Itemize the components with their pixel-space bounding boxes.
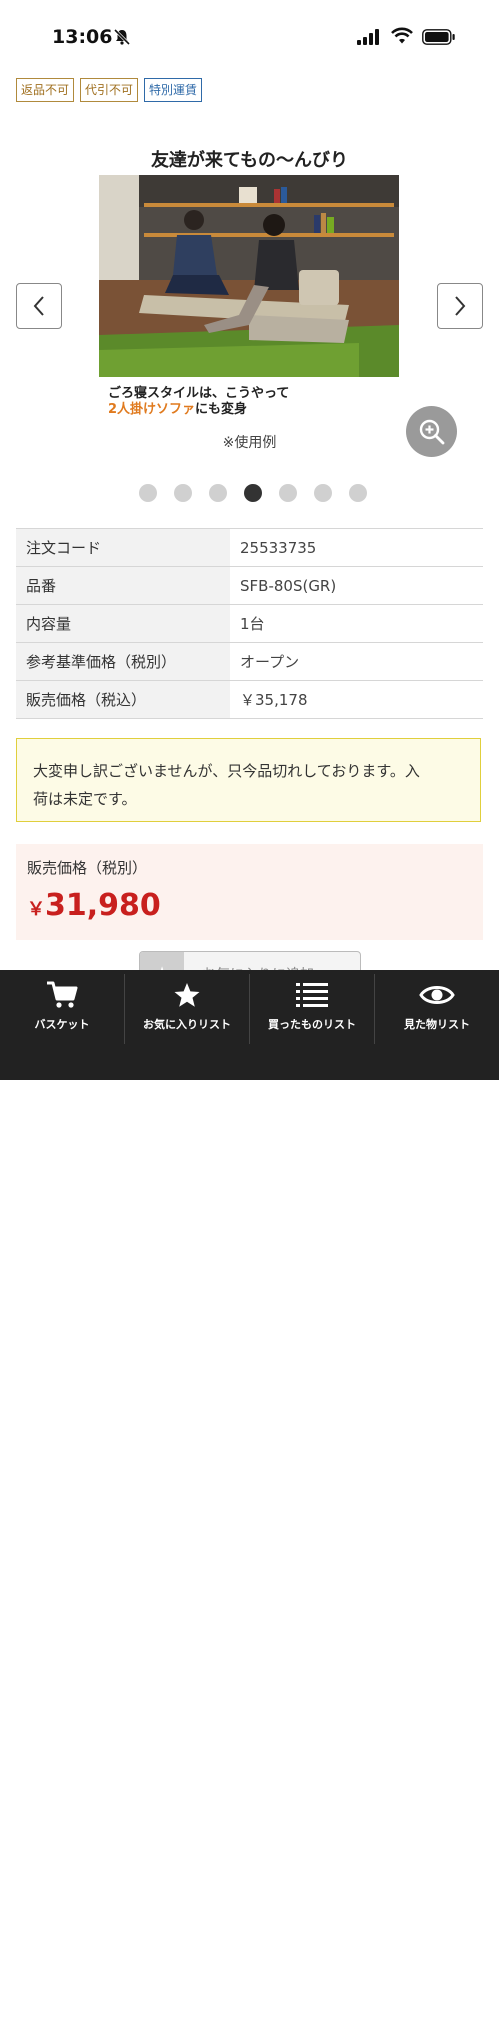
spec-value: SFB-80S(GR) <box>230 566 483 605</box>
caption-highlight: 2人掛けソファ <box>108 402 196 417</box>
gallery-next-button[interactable] <box>437 283 483 329</box>
spec-key: 参考基準価格（税別） <box>16 642 230 681</box>
table-row: 参考基準価格（税別） オープン <box>16 642 483 681</box>
battery-icon <box>422 29 455 45</box>
price-box: 販売価格（税別） ￥31,980 <box>16 844 483 940</box>
tab-label: バスケット <box>34 1018 90 1031</box>
product-gallery: 友達が来てもの〜んびり ごろ寝スタイルは、こうやって 2人掛けソファにも変身 ※… <box>0 140 499 470</box>
spec-value: ￥35,178 <box>230 680 483 719</box>
list-icon <box>296 983 328 1007</box>
tab-purchased[interactable]: 買ったものリスト <box>250 970 374 1048</box>
home-indicator[interactable] <box>159 2032 339 2038</box>
eye-icon <box>419 986 455 1004</box>
tag-no-return: 返品不可 <box>16 78 75 102</box>
status-time: 13:06 <box>52 26 113 48</box>
usage-example-note: ※使用例 <box>222 435 277 451</box>
wifi-icon <box>391 27 413 44</box>
product-photo[interactable] <box>99 175 399 377</box>
spec-value: 25533735 <box>230 528 483 567</box>
pagination-dot[interactable] <box>209 484 227 502</box>
gallery-prev-button[interactable] <box>16 283 62 329</box>
caption-rest: にも変身 <box>195 402 248 417</box>
table-row: 内容量 1台 <box>16 604 483 643</box>
spec-value: オープン <box>230 642 483 681</box>
pagination-dot[interactable] <box>139 484 157 502</box>
table-row: 販売価格（税込） ￥35,178 <box>16 680 483 719</box>
cart-icon <box>47 981 78 1008</box>
tab-viewed[interactable]: 見た物リスト <box>375 970 499 1048</box>
bottom-tab-bar: バスケット お気に入りリスト 買ったものリスト 見た物リスト <box>0 970 499 2038</box>
tab-label: 見た物リスト <box>404 1018 470 1031</box>
tab-label: お気に入りリスト <box>143 1018 231 1031</box>
pagination-dot[interactable] <box>314 484 332 502</box>
spec-key: 内容量 <box>16 604 230 643</box>
pagination-dot-active[interactable] <box>244 484 262 502</box>
tag-special-shipping: 特別運賃 <box>144 78 203 102</box>
table-row: 品番 SFB-80S(GR) <box>16 566 483 605</box>
price-number: 31,980 <box>45 888 161 923</box>
signal-icon <box>357 29 379 45</box>
gallery-title: 友達が来てもの〜んびり <box>150 150 349 171</box>
out-of-stock-notice: 大変申し訳ございませんが、只今品切れしております。入 荷は未定です。 <box>16 738 481 822</box>
tab-basket[interactable]: バスケット <box>0 970 124 1048</box>
product-tags: 返品不可 代引不可 特別運賃 <box>16 78 203 102</box>
pagination-dot[interactable] <box>174 484 192 502</box>
spec-key: 販売価格（税込） <box>16 680 230 719</box>
spec-key: 品番 <box>16 566 230 605</box>
spec-value: 1台 <box>230 604 483 643</box>
chevron-left-icon <box>33 296 44 316</box>
price-currency: ￥ <box>27 899 45 920</box>
notice-line1: 大変申し訳ございませんが、只今品切れしております。入 <box>33 762 420 780</box>
tab-label: 買ったものリスト <box>268 1018 356 1031</box>
star-icon <box>174 983 200 1007</box>
status-bar: 13:06 <box>0 0 499 75</box>
pagination-dot[interactable] <box>279 484 297 502</box>
table-row: 注文コード 25533735 <box>16 528 483 567</box>
gallery-pagination <box>139 484 367 502</box>
chevron-right-icon <box>455 296 466 316</box>
spec-key: 注文コード <box>16 528 230 567</box>
tag-no-cod: 代引不可 <box>80 78 139 102</box>
tab-favorites[interactable]: お気に入りリスト <box>125 970 249 1048</box>
caption-line2: 2人掛けソファにも変身 <box>108 398 247 417</box>
bell-muted-icon <box>113 28 131 46</box>
notice-line2: 荷は未定です。 <box>33 790 137 808</box>
price-value: ￥31,980 <box>27 888 161 923</box>
pagination-dot[interactable] <box>349 484 367 502</box>
spec-table: 注文コード 25533735 品番 SFB-80S(GR) 内容量 1台 参考基準価格… <box>16 528 483 719</box>
price-label: 販売価格（税別） <box>27 859 148 877</box>
